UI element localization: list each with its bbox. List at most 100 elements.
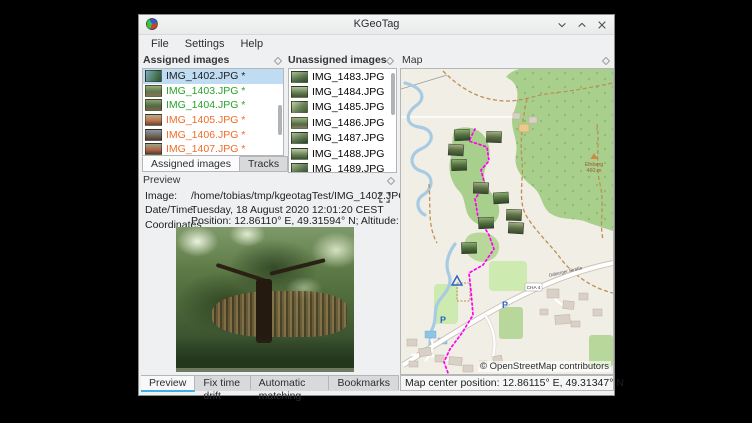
menu-settings[interactable]: Settings [177, 36, 233, 52]
preview-panel-header: Preview [143, 174, 397, 188]
tab-preview[interactable]: Preview [141, 376, 195, 392]
assigned-image-row[interactable]: IMG_1407.JPG * [143, 142, 283, 156]
peak-elevation-label: 460 m [587, 168, 602, 174]
close-icon[interactable] [595, 18, 609, 32]
unassigned-image-label: IMG_1489.JPG [312, 163, 384, 173]
scrollbar[interactable] [391, 73, 395, 115]
bottom-tabbar: Preview Fix time drift Automatic matchin… [141, 375, 399, 391]
map-photo-marker[interactable] [506, 209, 521, 221]
road-ref-label: CHA 4 [527, 285, 541, 291]
assigned-panel-header: Assigned images [143, 54, 284, 68]
assigned-image-label: IMG_1405.JPG * [166, 114, 245, 126]
menu-file[interactable]: File [143, 36, 177, 52]
image-thumbnail [145, 143, 162, 155]
assigned-image-row[interactable]: IMG_1406.JPG * [143, 127, 283, 142]
minimize-icon[interactable] [555, 18, 569, 32]
map-photo-marker[interactable] [454, 129, 470, 141]
titlebar[interactable]: KGeoTag [139, 15, 614, 35]
map-photo-marker[interactable] [451, 159, 466, 171]
menu-bar: File Settings Help [139, 34, 614, 53]
unassigned-image-row[interactable]: IMG_1488.JPG [289, 146, 396, 161]
unassigned-panel-title: Unassigned images [288, 54, 387, 66]
window-title: KGeoTag [139, 15, 614, 34]
dock-float-icon[interactable] [274, 56, 282, 68]
map-panel-header: Map [402, 54, 612, 68]
map-photo-marker[interactable] [508, 222, 524, 234]
tab-assigned-images[interactable]: Assigned images [142, 156, 240, 172]
map-photo-marker[interactable] [448, 144, 464, 156]
image-thumbnail [145, 114, 162, 126]
parking-icon: P [440, 315, 446, 325]
dock-float-icon[interactable] [602, 56, 610, 68]
map-photo-marker[interactable] [486, 131, 501, 143]
road-ref-shield: CHA 4 [525, 283, 542, 291]
map-container: P P Einberg 460 m CHA 4 Daberger Straße … [400, 68, 614, 375]
dock-float-icon[interactable] [387, 176, 395, 188]
image-path-label: Image: [145, 190, 191, 202]
image-thumbnail [291, 71, 308, 83]
dock-float-icon[interactable] [386, 56, 394, 68]
datetime-label: Date/Time: [145, 204, 191, 216]
screen: KGeoTag File Settings Help Assigned imag… [0, 0, 752, 423]
image-thumbnail [291, 117, 308, 129]
assigned-image-label: IMG_1403.JPG * [166, 85, 245, 97]
unassigned-image-row[interactable]: IMG_1487.JPG [289, 131, 396, 146]
unassigned-image-row[interactable]: IMG_1489.JPG [289, 161, 396, 173]
unassigned-image-label: IMG_1486.JPG [312, 117, 384, 129]
window-controls [555, 18, 609, 32]
osm-attribution: © OpenStreetMap contributors [478, 361, 611, 372]
assigned-image-row[interactable]: IMG_1402.JPG * [143, 69, 283, 84]
image-thumbnail [145, 129, 162, 141]
map-photo-marker[interactable] [473, 182, 489, 194]
image-thumbnail [145, 70, 162, 82]
assigned-image-row[interactable]: IMG_1404.JPG * [143, 98, 283, 113]
kgeotag-window: KGeoTag File Settings Help Assigned imag… [138, 14, 615, 396]
unassigned-image-row[interactable]: IMG_1485.JPG [289, 100, 396, 115]
unassigned-image-label: IMG_1483.JPG [312, 71, 384, 83]
assigned-image-row[interactable]: IMG_1405.JPG * [143, 113, 283, 128]
tab-tracks[interactable]: Tracks [240, 156, 288, 172]
image-thumbnail [291, 86, 308, 98]
unassigned-image-row[interactable]: IMG_1483.JPG [289, 69, 396, 84]
assigned-tracks-tabbar: Assigned images Tracks [142, 156, 288, 172]
assigned-image-label: IMG_1407.JPG * [166, 143, 245, 155]
map-photo-marker[interactable] [493, 192, 509, 204]
tab-automatic-matching[interactable]: Automatic matching [251, 376, 330, 390]
parking-icon: P [502, 300, 508, 310]
image-thumbnail [291, 148, 308, 160]
image-thumbnail [291, 101, 308, 113]
map-center-status: Map center position: 12.86115° E, 49.313… [400, 375, 614, 391]
unassigned-panel-header: Unassigned images [288, 54, 396, 68]
unassigned-image-label: IMG_1488.JPG [312, 148, 384, 160]
unassigned-image-row[interactable]: IMG_1484.JPG [289, 84, 396, 99]
assigned-image-label: IMG_1406.JPG * [166, 129, 245, 141]
image-thumbnail [145, 85, 162, 97]
tab-bookmarks[interactable]: Bookmarks [329, 376, 399, 390]
unassigned-image-row[interactable]: IMG_1486.JPG [289, 115, 396, 130]
image-thumbnail [291, 132, 308, 144]
assigned-images-list: IMG_1402.JPG * IMG_1403.JPG * IMG_1404.J… [142, 68, 284, 156]
image-thumbnail [145, 99, 162, 111]
assigned-image-label: IMG_1404.JPG * [166, 99, 245, 111]
image-path-value: /home/tobias/tmp/kgeotagTest/IMG_1402.JP… [191, 190, 406, 202]
map-panel-title: Map [402, 54, 422, 66]
scrollbar[interactable] [278, 105, 282, 135]
map-canvas[interactable]: P P Einberg 460 m CHA 4 Daberger Straße [401, 69, 613, 374]
unassigned-images-list: IMG_1483.JPG IMG_1484.JPG IMG_1485.JPG I… [288, 68, 397, 173]
preview-panel-title: Preview [143, 174, 180, 186]
assigned-image-label: IMG_1402.JPG * [166, 70, 245, 82]
map-photo-marker[interactable] [461, 242, 476, 254]
tab-fix-time-drift[interactable]: Fix time drift [195, 376, 250, 390]
menu-help[interactable]: Help [232, 36, 271, 52]
assigned-panel-title: Assigned images [143, 54, 229, 66]
map-photo-marker[interactable] [478, 217, 494, 229]
preview-photo [176, 227, 354, 372]
unassigned-image-label: IMG_1485.JPG [312, 101, 384, 113]
maximize-icon[interactable] [575, 18, 589, 32]
image-thumbnail [291, 163, 308, 173]
map-building-tan [519, 124, 529, 132]
unassigned-image-label: IMG_1484.JPG [312, 86, 384, 98]
assigned-image-row[interactable]: IMG_1403.JPG * [143, 84, 283, 99]
map-pool [425, 331, 436, 338]
unassigned-image-label: IMG_1487.JPG [312, 132, 384, 144]
